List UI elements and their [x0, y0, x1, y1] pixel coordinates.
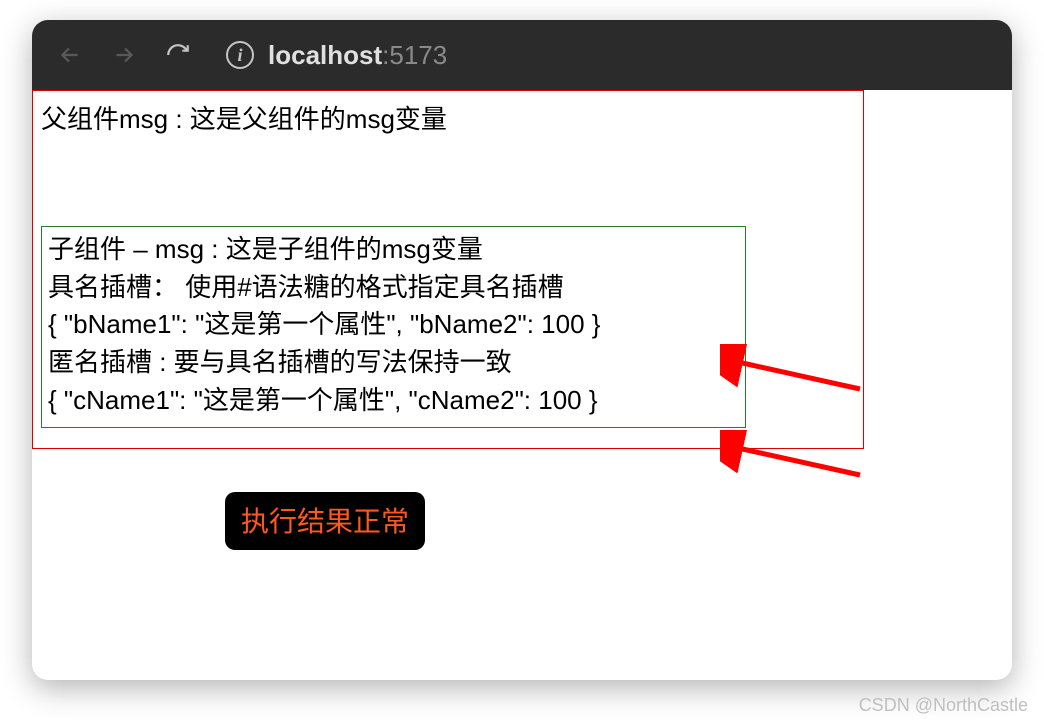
parent-component-box: 父组件msg : 这是父组件的msg变量 子组件 – msg : 这是子组件的m… — [32, 90, 864, 449]
reload-icon — [165, 42, 191, 68]
result-badge-text: 执行结果正常 — [241, 506, 409, 537]
url-host: localhost — [268, 40, 382, 70]
reload-button[interactable] — [158, 35, 198, 75]
forward-button[interactable] — [104, 35, 144, 75]
default-slot-label: 匿名插槽 : 要与具名插槽的写法保持一致 — [48, 344, 739, 382]
default-slot-data: { "cName1": "这是第一个属性", "cName2": 100 } — [48, 382, 739, 420]
arrow-right-icon — [111, 42, 137, 68]
child-msg: 子组件 – msg : 这是子组件的msg变量 — [48, 231, 739, 269]
address-bar[interactable]: i localhost:5173 — [226, 40, 447, 71]
info-icon[interactable]: i — [226, 41, 254, 69]
arrow-left-icon — [57, 42, 83, 68]
browser-toolbar: i localhost:5173 — [32, 20, 1012, 90]
named-slot-data: { "bName1": "这是第一个属性", "bName2": 100 } — [48, 306, 739, 344]
url-port: :5173 — [382, 40, 447, 70]
result-badge: 执行结果正常 — [225, 492, 425, 550]
url-text: localhost:5173 — [268, 40, 447, 71]
page-content: 父组件msg : 这是父组件的msg变量 子组件 – msg : 这是子组件的m… — [32, 90, 1012, 449]
watermark: CSDN @NorthCastle — [859, 695, 1028, 716]
child-component-box: 子组件 – msg : 这是子组件的msg变量 具名插槽： 使用#语法糖的格式指… — [41, 226, 746, 428]
named-slot-label: 具名插槽： 使用#语法糖的格式指定具名插槽 — [48, 269, 739, 307]
back-button[interactable] — [50, 35, 90, 75]
browser-window: i localhost:5173 父组件msg : 这是父组件的msg变量 子组… — [32, 20, 1012, 680]
parent-msg: 父组件msg : 这是父组件的msg变量 — [41, 99, 855, 136]
